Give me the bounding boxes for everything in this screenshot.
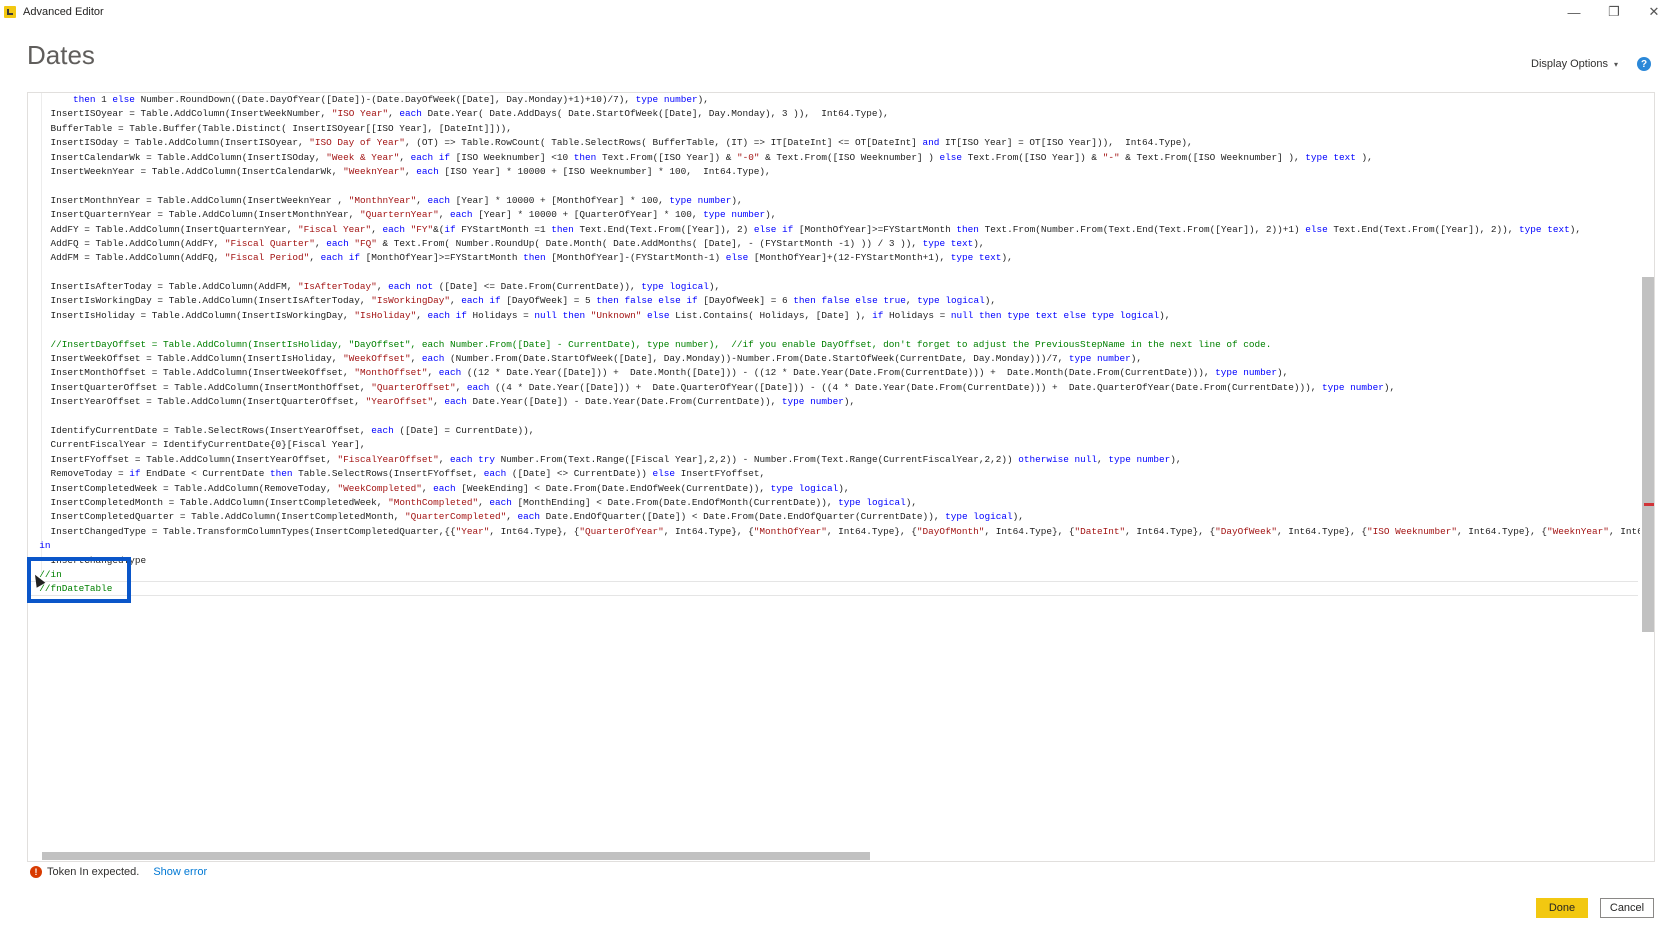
code-line[interactable]: AddFQ = Table.AddColumn(AddFY, "Fiscal Q… <box>28 237 1654 251</box>
code-line[interactable]: BufferTable = Table.Buffer(Table.Distinc… <box>28 122 1654 136</box>
code-line[interactable]: InsertCompletedWeek = Table.AddColumn(Re… <box>28 482 1654 496</box>
code-line[interactable]: InsertQuarterOffset = Table.AddColumn(In… <box>28 381 1654 395</box>
code-line[interactable]: InsertISOyear = Table.AddColumn(InsertWe… <box>28 107 1654 121</box>
code-line[interactable]: InsertIsAfterToday = Table.AddColumn(Add… <box>28 280 1654 294</box>
code-line[interactable]: InsertWeeknYear = Table.AddColumn(Insert… <box>28 165 1654 179</box>
help-icon[interactable]: ? <box>1637 57 1651 71</box>
window-titlebar: Advanced Editor — ❐ ✕ <box>0 0 1680 24</box>
done-button[interactable]: Done <box>1536 898 1588 918</box>
code-line[interactable]: in <box>28 539 1654 553</box>
code-line[interactable]: AddFM = Table.AddColumn(AddFQ, "Fiscal P… <box>28 251 1654 265</box>
code-line[interactable]: InsertChangedType = Table.TransformColum… <box>28 525 1655 539</box>
cancel-button[interactable]: Cancel <box>1600 898 1654 918</box>
error-message: Token In expected. <box>47 866 140 878</box>
code-line[interactable]: InsertIsHoliday = Table.AddColumn(Insert… <box>28 309 1654 323</box>
code-line[interactable] <box>28 179 1654 193</box>
code-line[interactable]: RemoveToday = if EndDate < CurrentDate t… <box>28 467 1654 481</box>
code-line[interactable]: InsertCalendarWk = Table.AddColumn(Inser… <box>28 151 1654 165</box>
power-bi-app-icon <box>4 6 16 18</box>
window-controls: — ❐ ✕ <box>1554 0 1674 24</box>
code-line[interactable] <box>28 323 1654 337</box>
minimize-button[interactable]: — <box>1554 0 1594 24</box>
display-options-dropdown[interactable]: Display Options ▾ <box>1531 58 1618 70</box>
code-line[interactable]: InsertFYoffset = Table.AddColumn(InsertY… <box>28 453 1654 467</box>
code-line[interactable]: InsertMonthOffset = Table.AddColumn(Inse… <box>28 366 1654 380</box>
status-bar: ! Token In expected. Show error <box>30 866 207 878</box>
warning-icon: ! <box>30 866 42 878</box>
code-line[interactable]: InsertChangedType <box>28 554 1654 568</box>
error-marker <box>1644 503 1654 506</box>
horizontal-scrollbar-thumb[interactable] <box>42 852 870 860</box>
vertical-scrollbar[interactable] <box>1640 93 1654 861</box>
code-line[interactable]: CurrentFiscalYear = IdentifyCurrentDate{… <box>28 438 1654 452</box>
code-line[interactable] <box>28 266 1654 280</box>
code-line[interactable]: //fnDateTable <box>28 582 1654 596</box>
code-text[interactable]: then 1 else Number.RoundDown((Date.DayOf… <box>28 93 1655 597</box>
display-options-label: Display Options <box>1531 58 1609 70</box>
code-line[interactable]: //InsertDayOffset = Table.AddColumn(Inse… <box>28 338 1654 352</box>
code-editor[interactable]: then 1 else Number.RoundDown((Date.DayOf… <box>27 92 1655 862</box>
code-line[interactable]: InsertQuarternYear = Table.AddColumn(Ins… <box>28 208 1654 222</box>
show-error-link[interactable]: Show error <box>153 866 207 878</box>
code-line[interactable]: then 1 else Number.RoundDown((Date.DayOf… <box>28 93 1654 107</box>
query-name-title: Dates <box>27 40 95 70</box>
code-line[interactable]: //in <box>28 568 1654 582</box>
code-line[interactable]: InsertWeekOffset = Table.AddColumn(Inser… <box>28 352 1654 366</box>
code-line[interactable] <box>28 410 1654 424</box>
code-line[interactable]: InsertCompletedMonth = Table.AddColumn(I… <box>28 496 1654 510</box>
code-line[interactable]: InsertIsWorkingDay = Table.AddColumn(Ins… <box>28 294 1654 308</box>
code-line[interactable]: InsertCompletedQuarter = Table.AddColumn… <box>28 510 1654 524</box>
code-line[interactable]: AddFY = Table.AddColumn(InsertQuarternYe… <box>28 223 1654 237</box>
close-button[interactable]: ✕ <box>1634 0 1674 24</box>
restore-button[interactable]: ❐ <box>1594 0 1634 24</box>
window-title: Advanced Editor <box>23 6 104 18</box>
vertical-scrollbar-thumb[interactable] <box>1642 277 1654 632</box>
code-line[interactable]: InsertMonthnYear = Table.AddColumn(Inser… <box>28 194 1654 208</box>
code-line[interactable]: InsertISOday = Table.AddColumn(InsertISO… <box>28 136 1654 150</box>
code-line[interactable]: IdentifyCurrentDate = Table.SelectRows(I… <box>28 424 1654 438</box>
code-line[interactable]: InsertYearOffset = Table.AddColumn(Inser… <box>28 395 1654 409</box>
chevron-down-icon: ▾ <box>1614 59 1619 69</box>
